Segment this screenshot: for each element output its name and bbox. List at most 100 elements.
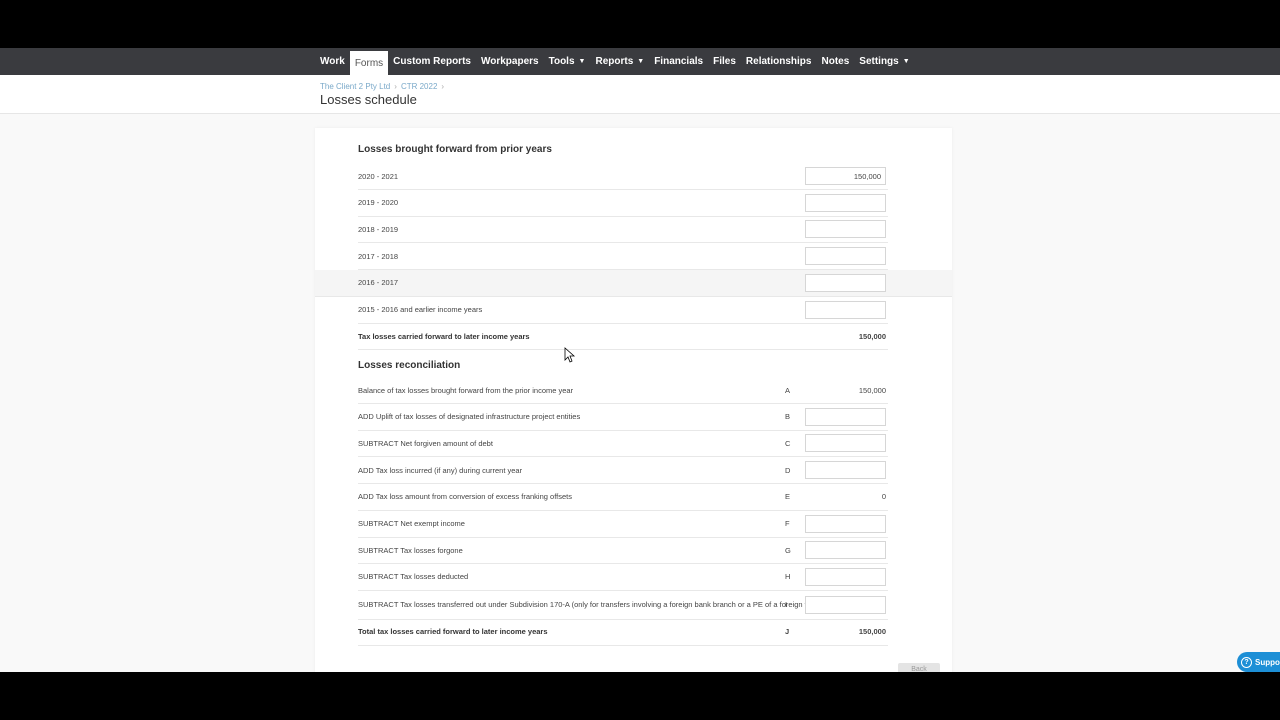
breadcrumb: The Client 2 Pty Ltd › CTR 2022 › xyxy=(320,75,1280,92)
row-content: SUBTRACT Net forgiven amount of debt C xyxy=(358,430,888,456)
nav-forms[interactable]: Forms xyxy=(349,51,389,75)
reconciliation-row: Balance of tax losses brought forward fr… xyxy=(358,377,888,404)
row-content: 2015 - 2016 and earlier income years xyxy=(358,297,888,323)
losses-schedule-card: Losses brought forward from prior years … xyxy=(315,128,952,672)
row-letter-code: D xyxy=(785,465,791,475)
row-letter-code: E xyxy=(785,492,791,502)
row-content: SUBTRACT Net exempt income F xyxy=(358,511,888,537)
amount-value: 150,000 xyxy=(858,385,886,395)
amount-input[interactable] xyxy=(805,220,886,239)
section-title-losses-reconciliation: Losses reconciliation xyxy=(358,360,461,371)
row-content: 2017 - 2018 xyxy=(358,243,888,269)
nav-label: Financials xyxy=(654,56,704,67)
row-content: ADD Tax loss incurred (if any) during cu… xyxy=(358,457,888,483)
nav-relationships[interactable]: Relationships xyxy=(741,48,817,75)
back-button[interactable]: Back xyxy=(898,663,940,672)
prior-year-loss-row: 2019 - 2020 xyxy=(358,190,888,217)
nav-label: Notes xyxy=(821,56,850,67)
nav-label: Work xyxy=(320,56,345,67)
reconciliation-row: ADD Tax loss incurred (if any) during cu… xyxy=(358,457,888,485)
caret-down-icon: ▼ xyxy=(902,58,910,65)
amount-input[interactable] xyxy=(805,300,886,319)
row-content: ADD Uplift of tax losses of designated i… xyxy=(358,404,888,430)
row-content: SUBTRACT Tax losses forgone G xyxy=(358,537,888,563)
page-header: The Client 2 Pty Ltd › CTR 2022 › Losses… xyxy=(0,75,1280,114)
row-content: 2020 - 2021 xyxy=(358,163,888,189)
reconciliation-row: SUBTRACT Net forgiven amount of debt C xyxy=(358,430,888,458)
row-letter-code: B xyxy=(785,412,791,422)
amount-input[interactable] xyxy=(805,541,886,560)
nav-label: Relationships xyxy=(745,56,812,67)
row-letter-code: I xyxy=(785,600,788,610)
app-screen: Work Forms Custom Reports Workpapers Tools ▼ R… xyxy=(0,48,1280,672)
nav-settings[interactable]: Settings ▼ xyxy=(854,48,914,75)
row-label: Tax losses carried forward to later inco… xyxy=(358,331,530,341)
row-content: Total tax losses carried forward to late… xyxy=(358,619,888,645)
amount-input[interactable] xyxy=(805,407,886,426)
nav-label: Workpapers xyxy=(480,56,539,67)
row-label: Total tax losses carried forward to late… xyxy=(358,627,548,637)
nav-workpapers[interactable]: Workpapers xyxy=(476,48,544,75)
prior-year-loss-row: 2017 - 2018 xyxy=(358,243,888,271)
row-letter-code: A xyxy=(785,385,791,395)
nav-financials[interactable]: Financials xyxy=(649,48,708,75)
prior-year-loss-row: 2015 - 2016 and earlier income years xyxy=(358,297,888,324)
nav-work[interactable]: Work xyxy=(315,48,350,75)
amount-input[interactable] xyxy=(805,514,886,533)
breadcrumb-client[interactable]: The Client 2 Pty Ltd xyxy=(320,82,390,92)
row-content: 2018 - 2019 xyxy=(358,216,888,242)
reconciliation-row: SUBTRACT Tax losses transferred out unde… xyxy=(358,591,888,620)
breadcrumb-return[interactable]: CTR 2022 xyxy=(401,82,437,92)
row-letter-code: C xyxy=(785,438,791,448)
reconciliation-row: SUBTRACT Tax losses forgone G xyxy=(358,537,888,565)
nav-notes[interactable]: Notes xyxy=(816,48,854,75)
nav-label: Custom Reports xyxy=(393,56,471,67)
amount-input[interactable] xyxy=(805,434,886,453)
support-label: Support xyxy=(1255,657,1280,667)
row-label: Balance of tax losses brought forward fr… xyxy=(358,385,574,395)
reconciliation-row: ADD Uplift of tax losses of designated i… xyxy=(358,404,888,431)
row-letter-code: J xyxy=(785,627,790,637)
amount-input[interactable] xyxy=(805,595,886,614)
breadcrumb-separator: › xyxy=(441,82,445,91)
nav-label: Files xyxy=(713,56,736,67)
nav-tools[interactable]: Tools ▼ xyxy=(544,48,591,75)
row-content: 2019 - 2020 xyxy=(358,190,888,216)
amount-input[interactable] xyxy=(805,167,886,185)
nav-label: Reports xyxy=(595,56,634,67)
prior-year-loss-row: 2018 - 2019 xyxy=(358,216,888,244)
row-content: SUBTRACT Tax losses transferred out unde… xyxy=(358,591,888,619)
top-navigation: Work Forms Custom Reports Workpapers Tools ▼ R… xyxy=(0,48,1280,75)
row-content: ADD Tax loss amount from conversion of e… xyxy=(358,484,888,510)
amount-input[interactable] xyxy=(805,247,886,266)
amount-input[interactable] xyxy=(805,273,886,292)
nav-custom-reports[interactable]: Custom Reports xyxy=(388,48,476,75)
row-label: ADD Tax loss amount from conversion of e… xyxy=(358,492,572,502)
reconciliation-row: ADD Tax loss amount from conversion of e… xyxy=(358,484,888,511)
amount-input[interactable] xyxy=(805,193,886,212)
nav-reports[interactable]: Reports ▼ xyxy=(590,48,649,75)
amount-input[interactable] xyxy=(805,461,886,480)
amount-value: 150,000 xyxy=(858,627,886,637)
amount-value: 150,000 xyxy=(858,331,886,341)
support-button[interactable]: ? Support xyxy=(1237,652,1280,672)
prior-year-loss-row: 2020 - 2021 xyxy=(358,163,888,190)
prior-year-loss-row: 2016 - 2017 xyxy=(315,269,952,297)
row-letter-code: H xyxy=(785,572,791,582)
reconciliation-row: SUBTRACT Net exempt income F xyxy=(358,511,888,538)
row-content: 2016 - 2017 xyxy=(358,270,888,296)
caret-down-icon: ▼ xyxy=(637,58,645,65)
caret-down-icon: ▼ xyxy=(578,58,586,65)
help-icon: ? xyxy=(1241,656,1252,668)
nav-label: Settings xyxy=(859,56,899,67)
nav-files[interactable]: Files xyxy=(708,48,741,75)
nav-label: Forms xyxy=(354,57,384,69)
mouse-cursor-icon xyxy=(564,347,576,363)
total-row: Tax losses carried forward to later inco… xyxy=(358,323,888,351)
row-letter-code: F xyxy=(785,519,790,528)
amount-input[interactable] xyxy=(805,567,886,586)
page-title: Losses schedule xyxy=(320,92,417,107)
breadcrumb-separator: › xyxy=(394,82,397,91)
row-content: Tax losses carried forward to later inco… xyxy=(358,323,888,349)
row-content: Balance of tax losses brought forward fr… xyxy=(358,377,888,403)
